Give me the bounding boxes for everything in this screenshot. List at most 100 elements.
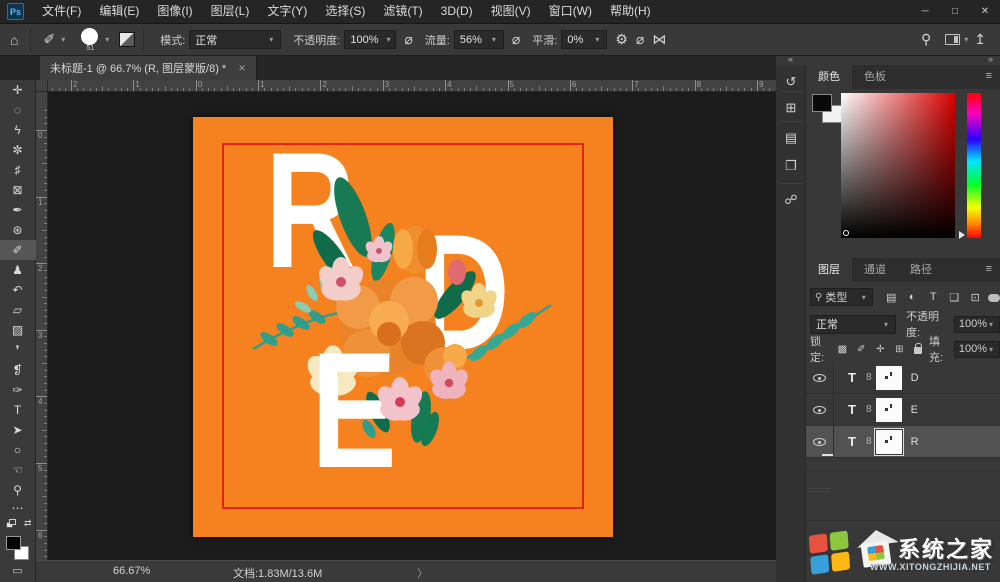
visibility-cell[interactable] — [806, 361, 834, 394]
opacity-select[interactable]: 100% ▾ — [344, 30, 397, 49]
screen-mode-icon[interactable]: ▭ — [12, 564, 22, 577]
tab-channels[interactable]: 通道 — [852, 258, 898, 282]
toggle-brush-panel-icon[interactable] — [119, 32, 136, 47]
layer-blend-mode-select[interactable]: 正常 ▾ — [810, 314, 897, 334]
saturation-brightness-field[interactable] — [841, 93, 955, 238]
dodge-tool[interactable]: ❡ — [0, 360, 36, 380]
layer-filter-select[interactable]: ⚲ 类型 ▾ — [810, 288, 873, 306]
gear-icon[interactable]: ⚙ — [611, 31, 632, 48]
chevron-down-icon[interactable]: ▾ — [103, 35, 111, 44]
gradient-tool[interactable]: ▨ — [0, 320, 36, 340]
layer-mask-thumbnail[interactable] — [875, 365, 902, 390]
brush-tool-icon[interactable]: ✐ — [39, 31, 59, 48]
tab-swatches[interactable]: 色板 — [852, 65, 898, 89]
pen-tool[interactable]: ✑ — [0, 380, 36, 400]
brush-preset-picker[interactable]: 51 — [77, 26, 103, 54]
crop-tool[interactable]: ♯ — [0, 160, 36, 180]
text-layer-thumbnail[interactable]: T — [842, 402, 862, 417]
menu-filter[interactable]: 滤镜(T) — [374, 0, 431, 23]
color-field-marker[interactable] — [843, 230, 849, 236]
document-tab[interactable]: 未标题-1 @ 66.7% (R, 图层蒙版/8) * ✕ — [40, 56, 257, 80]
lock-pixels-icon[interactable]: ✐ — [852, 344, 871, 355]
marquee-tool[interactable]: ◌ — [0, 100, 36, 120]
zoom-tool[interactable]: ⚲ — [0, 480, 36, 500]
visibility-cell[interactable] — [806, 425, 834, 458]
layer-mask-thumbnail[interactable] — [875, 397, 902, 422]
share-icon[interactable]: ↥ — [970, 31, 990, 48]
clone-stamp-tool[interactable]: ♟ — [0, 260, 36, 280]
minimize-button[interactable]: ─ — [910, 0, 940, 23]
menu-layer[interactable]: 图层(L) — [202, 0, 259, 23]
visibility-eye-icon[interactable] — [813, 373, 826, 382]
pen-pressure-icon[interactable]: ⌀ — [632, 31, 648, 48]
path-select-tool[interactable]: ➤ — [0, 420, 36, 440]
chevron-down-icon[interactable]: ▾ — [962, 35, 970, 44]
ruler-origin-corner[interactable] — [36, 80, 48, 92]
lock-transparent-icon[interactable]: ▩ — [833, 344, 852, 355]
layer-name[interactable]: R — [911, 436, 919, 448]
quick-selection-tool[interactable]: ✼ — [0, 140, 36, 160]
edit-toolbar-icon[interactable]: ⋯ — [0, 500, 36, 516]
lock-position-icon[interactable]: ✛ — [871, 344, 890, 355]
tab-layers[interactable]: 图层 — [806, 258, 852, 282]
hue-slider-marker[interactable] — [959, 231, 965, 239]
status-chevron-icon[interactable]: 〉 — [417, 565, 428, 581]
close-button[interactable]: ✕ — [970, 0, 1000, 23]
close-tab-icon[interactable]: ✕ — [238, 63, 246, 74]
zoom-level[interactable]: 66.67% — [113, 565, 150, 577]
filter-smart-objects-icon[interactable]: ⊡ — [965, 291, 986, 304]
visibility-cell[interactable] — [806, 393, 834, 426]
foreground-color-swatch[interactable] — [812, 94, 832, 112]
eyedropper-tool[interactable]: ✒ — [0, 200, 36, 220]
hue-slider[interactable] — [967, 93, 981, 238]
brush-tool[interactable]: ✐ — [0, 240, 36, 260]
filter-toggle[interactable] — [987, 293, 1000, 302]
search-icon[interactable]: ⚲ — [917, 31, 935, 48]
menu-select[interactable]: 选择(S) — [316, 0, 374, 23]
lock-all-icon[interactable] — [913, 343, 923, 354]
default-swap-colors[interactable]: ⇄ — [4, 518, 32, 532]
libraries-panel-icon[interactable]: ⊞ — [776, 97, 806, 119]
panel-menu-icon[interactable]: ≡ — [978, 65, 1000, 89]
layer-mask-link-icon[interactable]: 8 — [866, 436, 872, 447]
lasso-tool[interactable]: ϟ — [0, 120, 36, 140]
menu-type[interactable]: 文字(Y) — [258, 0, 316, 23]
expand-panels-icon[interactable]: » — [988, 54, 993, 64]
menu-help[interactable]: 帮助(H) — [601, 0, 660, 23]
layer-row-d[interactable]: T 8 D — [806, 361, 1000, 394]
tab-color[interactable]: 颜色 — [806, 65, 852, 89]
maximize-button[interactable]: □ — [940, 0, 970, 23]
layer-name[interactable]: D — [911, 372, 919, 384]
hand-tool[interactable]: ☜ — [0, 460, 36, 480]
lock-artboard-icon[interactable]: ⊞ — [890, 344, 909, 355]
history-brush-tool[interactable]: ↶ — [0, 280, 36, 300]
blur-tool[interactable]: ❜ — [0, 340, 36, 360]
blend-mode-select[interactable]: 正常 ▾ — [189, 30, 282, 49]
layer-row-e[interactable]: T 8 E — [806, 393, 1000, 426]
menu-edit[interactable]: 编辑(E) — [90, 0, 148, 23]
foreground-color-swatch[interactable] — [5, 535, 21, 550]
filter-adjustment-layers-icon[interactable]: ◐ — [902, 291, 923, 304]
smoothing-select[interactable]: 0% ▾ — [561, 30, 608, 49]
healing-brush-tool[interactable]: ⊛ — [0, 220, 36, 240]
type-tool[interactable]: T — [0, 400, 36, 420]
foreground-background-swatch[interactable] — [3, 535, 33, 565]
airbrush-icon[interactable]: ⌀ — [508, 31, 524, 48]
filter-type-layers-icon[interactable]: T — [923, 291, 944, 304]
filter-pixel-layers-icon[interactable]: ▤ — [881, 291, 902, 304]
share-panel-icon[interactable]: ☍ — [776, 189, 806, 211]
swap-colors-icon[interactable]: ⇄ — [24, 518, 32, 529]
airbrush-opacity-icon[interactable]: ⌀ — [400, 31, 416, 48]
collapse-panels-icon[interactable]: « — [788, 54, 793, 64]
menu-image[interactable]: 图像(I) — [148, 0, 201, 23]
home-icon[interactable]: ⌂ — [6, 32, 22, 48]
canvas-artwork[interactable]: R D — [193, 117, 613, 537]
tab-paths[interactable]: 路径 — [898, 258, 944, 282]
move-tool[interactable]: ✛ — [0, 80, 36, 100]
layer-mask-link-icon[interactable]: 8 — [866, 372, 872, 383]
flow-select[interactable]: 56% ▾ — [453, 30, 504, 49]
text-layer-thumbnail[interactable]: T — [842, 434, 862, 449]
panel-menu-icon[interactable]: ≡ — [978, 258, 1000, 282]
text-layer-thumbnail[interactable]: T — [842, 370, 862, 385]
visibility-eye-icon[interactable] — [813, 437, 826, 446]
